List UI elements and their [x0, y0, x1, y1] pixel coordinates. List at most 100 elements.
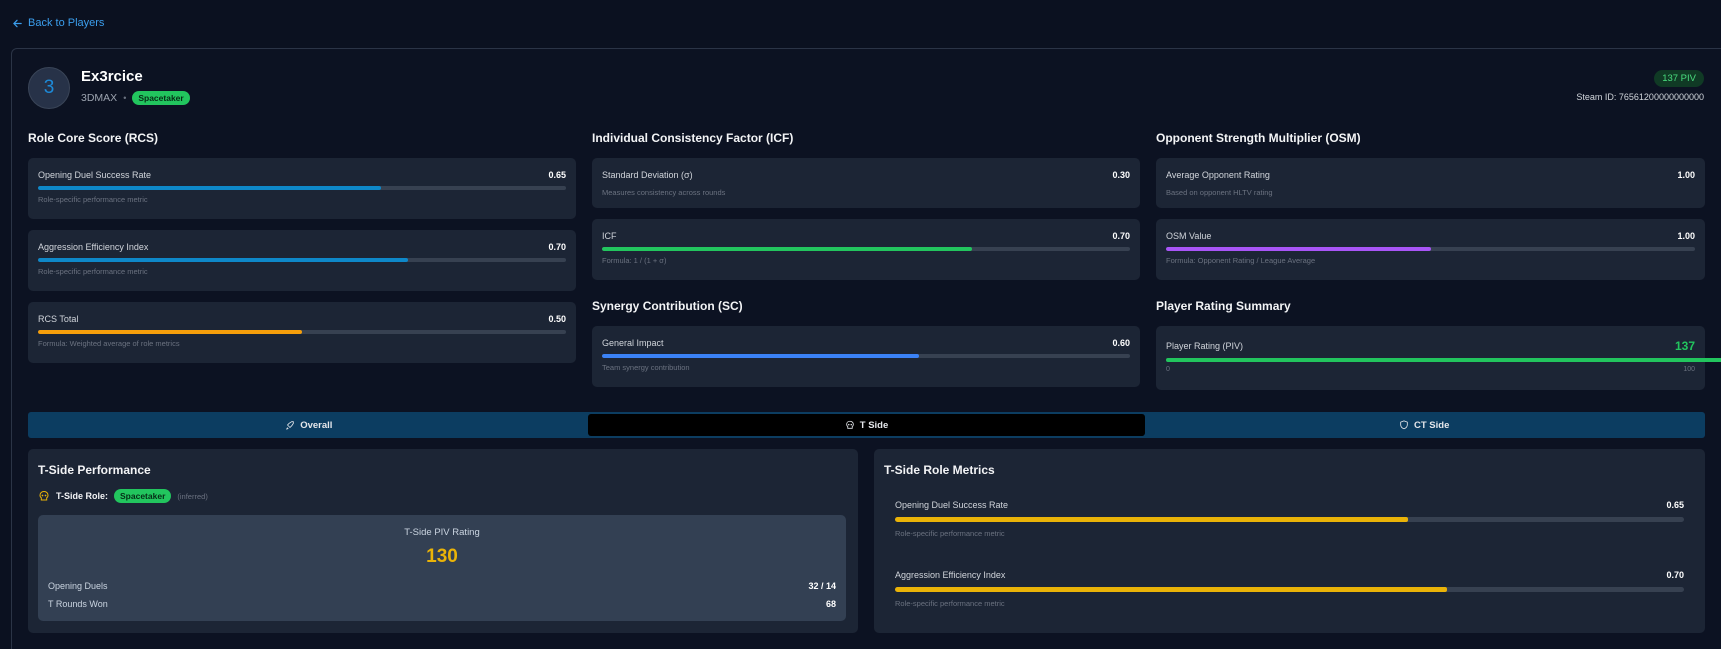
metric-note: Role-specific performance metric: [38, 195, 148, 204]
tab-ct-side[interactable]: CT Side: [1145, 414, 1703, 436]
osm-title: Opponent Strength Multiplier (OSM): [1156, 131, 1361, 145]
progress-fill: [602, 354, 919, 358]
rcs-metric-card: Aggression Efficiency Index 0.70 Role-sp…: [28, 230, 576, 291]
tab-overall-label: Overall: [300, 419, 333, 431]
team-name: 3DMAX: [81, 92, 118, 104]
metric-value: 0.70: [1112, 231, 1130, 241]
metric-note: Role-specific performance metric: [895, 599, 1005, 608]
progress-track: [38, 258, 566, 262]
metric-value: 1.00: [1677, 170, 1695, 180]
rating-bar: [1166, 358, 1721, 362]
steam-id: Steam ID: 76561200000000000: [1576, 92, 1704, 102]
progress-track: [1166, 247, 1695, 251]
panel-title: T-Side Performance: [38, 463, 151, 477]
t-side-role-badge: Spacetaker: [114, 489, 172, 503]
progress-track: [895, 587, 1684, 592]
icf-metric-card: Standard Deviation (σ) 0.30 Measures con…: [592, 158, 1140, 208]
skull-icon: [39, 490, 49, 501]
arrow-left-icon: [13, 19, 22, 27]
skull-icon: [845, 420, 854, 429]
tab-ct-side-label: CT Side: [1413, 419, 1450, 431]
metric-value: 0.65: [1666, 500, 1684, 510]
icf-title: Individual Consistency Factor (ICF): [592, 131, 794, 145]
metric-label: Aggression Efficiency Index: [38, 242, 149, 252]
metric-label: Aggression Efficiency Index: [895, 570, 1006, 580]
stat-label: T Rounds Won: [48, 599, 108, 609]
inferred-note: (inferred): [177, 491, 208, 501]
metric-note: Measures consistency across rounds: [602, 188, 726, 197]
t-side-rating-value: 130: [426, 546, 458, 567]
metric-note: Team synergy contribution: [602, 363, 690, 372]
progress-track: [602, 354, 1130, 358]
summary-title: Player Rating Summary: [1156, 299, 1291, 313]
rcs-total-card: RCS Total 0.50 Formula: Weighted average…: [28, 302, 576, 363]
progress-fill: [1166, 247, 1431, 251]
back-link-label: Back to Players: [28, 17, 105, 29]
metric-label: Average Opponent Rating: [1166, 170, 1270, 180]
metric-value: 0.60: [1112, 338, 1130, 348]
metric-note: Formula: Opponent Rating / League Averag…: [1166, 256, 1316, 265]
piv-badge: 137 PIV: [1654, 70, 1704, 87]
role-badge: Spacetaker: [132, 91, 190, 105]
progress-fill: [38, 330, 302, 334]
osm-metric-card: Average Opponent Rating 1.00 Based on op…: [1156, 158, 1705, 208]
metric-value: 0.65: [548, 170, 566, 180]
metric-value: 0.70: [548, 242, 566, 252]
stat-value: 68: [825, 599, 836, 609]
tab-t-side[interactable]: T Side: [587, 414, 1146, 436]
avatar: 3: [28, 67, 70, 109]
osm-metric-card: OSM Value 1.00 Formula: Opponent Rating …: [1156, 219, 1705, 280]
stat-row: T Rounds Won 68: [48, 599, 836, 609]
progress-track: [38, 186, 566, 190]
metric-value: 0.70: [1666, 570, 1684, 580]
t-side-role-label: T-Side Role:: [56, 491, 109, 501]
progress-fill: [38, 186, 382, 190]
t-side-role-metrics-panel: T-Side Role Metrics Opening Duel Success…: [874, 449, 1705, 633]
t-side-rating-title: T-Side PIV Rating: [404, 527, 480, 538]
rating-min: 0: [1166, 366, 1170, 373]
rating-summary-card: Player Rating (PIV) 137 0 100: [1156, 326, 1721, 390]
metric-value: 1.00: [1677, 231, 1695, 241]
t-side-role-line: T-Side Role: Spacetaker (inferred): [38, 489, 208, 503]
metric-label: Standard Deviation (σ): [602, 170, 693, 180]
metric-note: Role-specific performance metric: [895, 529, 1005, 538]
progress-track: [38, 330, 566, 334]
progress-fill: [895, 587, 1448, 592]
metric-value: 0.30: [1112, 170, 1130, 180]
player-subtitle: 3DMAX • Spacetaker: [81, 91, 190, 105]
metric-label: ICF: [602, 231, 617, 241]
rating-value: 137: [1674, 339, 1695, 353]
separator: •: [123, 93, 127, 103]
progress-fill: [38, 258, 408, 262]
rocket-icon: [286, 421, 294, 430]
metric-value: 0.50: [548, 314, 566, 324]
metric-note: Formula: 1 / (1 + σ): [602, 256, 667, 265]
metric-label: RCS Total: [38, 314, 79, 324]
sc-title: Synergy Contribution (SC): [592, 299, 743, 313]
progress-track: [602, 247, 1130, 251]
stat-label: Opening Duels: [48, 581, 108, 591]
side-tabs: Overall T Side CT Side: [28, 412, 1705, 438]
icf-metric-card: ICF 0.70 Formula: 1 / (1 + σ): [592, 219, 1140, 280]
stat-value: 32 / 14: [808, 581, 836, 591]
metric-label: Opening Duel Success Rate: [38, 170, 152, 180]
rating-max: 100: [1683, 366, 1695, 373]
metric-note: Formula: Weighted average of role metric…: [38, 339, 180, 348]
sc-metric-card: General Impact 0.60 Team synergy contrib…: [592, 326, 1140, 387]
panel-title: T-Side Role Metrics: [884, 463, 995, 477]
stat-row: Opening Duels 32 / 14: [48, 581, 836, 591]
tab-t-side-label: T Side: [859, 419, 889, 431]
progress-fill: [602, 247, 972, 251]
rating-label: Player Rating (PIV): [1166, 341, 1244, 351]
rcs-metric-card: Opening Duel Success Rate 0.65 Role-spec…: [28, 158, 576, 219]
metric-note: Role-specific performance metric: [38, 267, 148, 276]
back-to-players-link[interactable]: Back to Players: [12, 17, 104, 29]
t-side-rating-box: T-Side PIV Rating 130 Opening Duels 32 /…: [38, 515, 846, 621]
metric-note: Based on opponent HLTV rating: [1166, 188, 1273, 197]
progress-track: [895, 517, 1684, 522]
shield-icon: [1400, 420, 1408, 430]
metric-label: Opening Duel Success Rate: [895, 500, 1009, 510]
rcs-title: Role Core Score (RCS): [28, 131, 159, 145]
tab-overall[interactable]: Overall: [30, 414, 588, 436]
t-side-performance-panel: T-Side Performance T-Side Role: Spacetak…: [28, 449, 858, 633]
